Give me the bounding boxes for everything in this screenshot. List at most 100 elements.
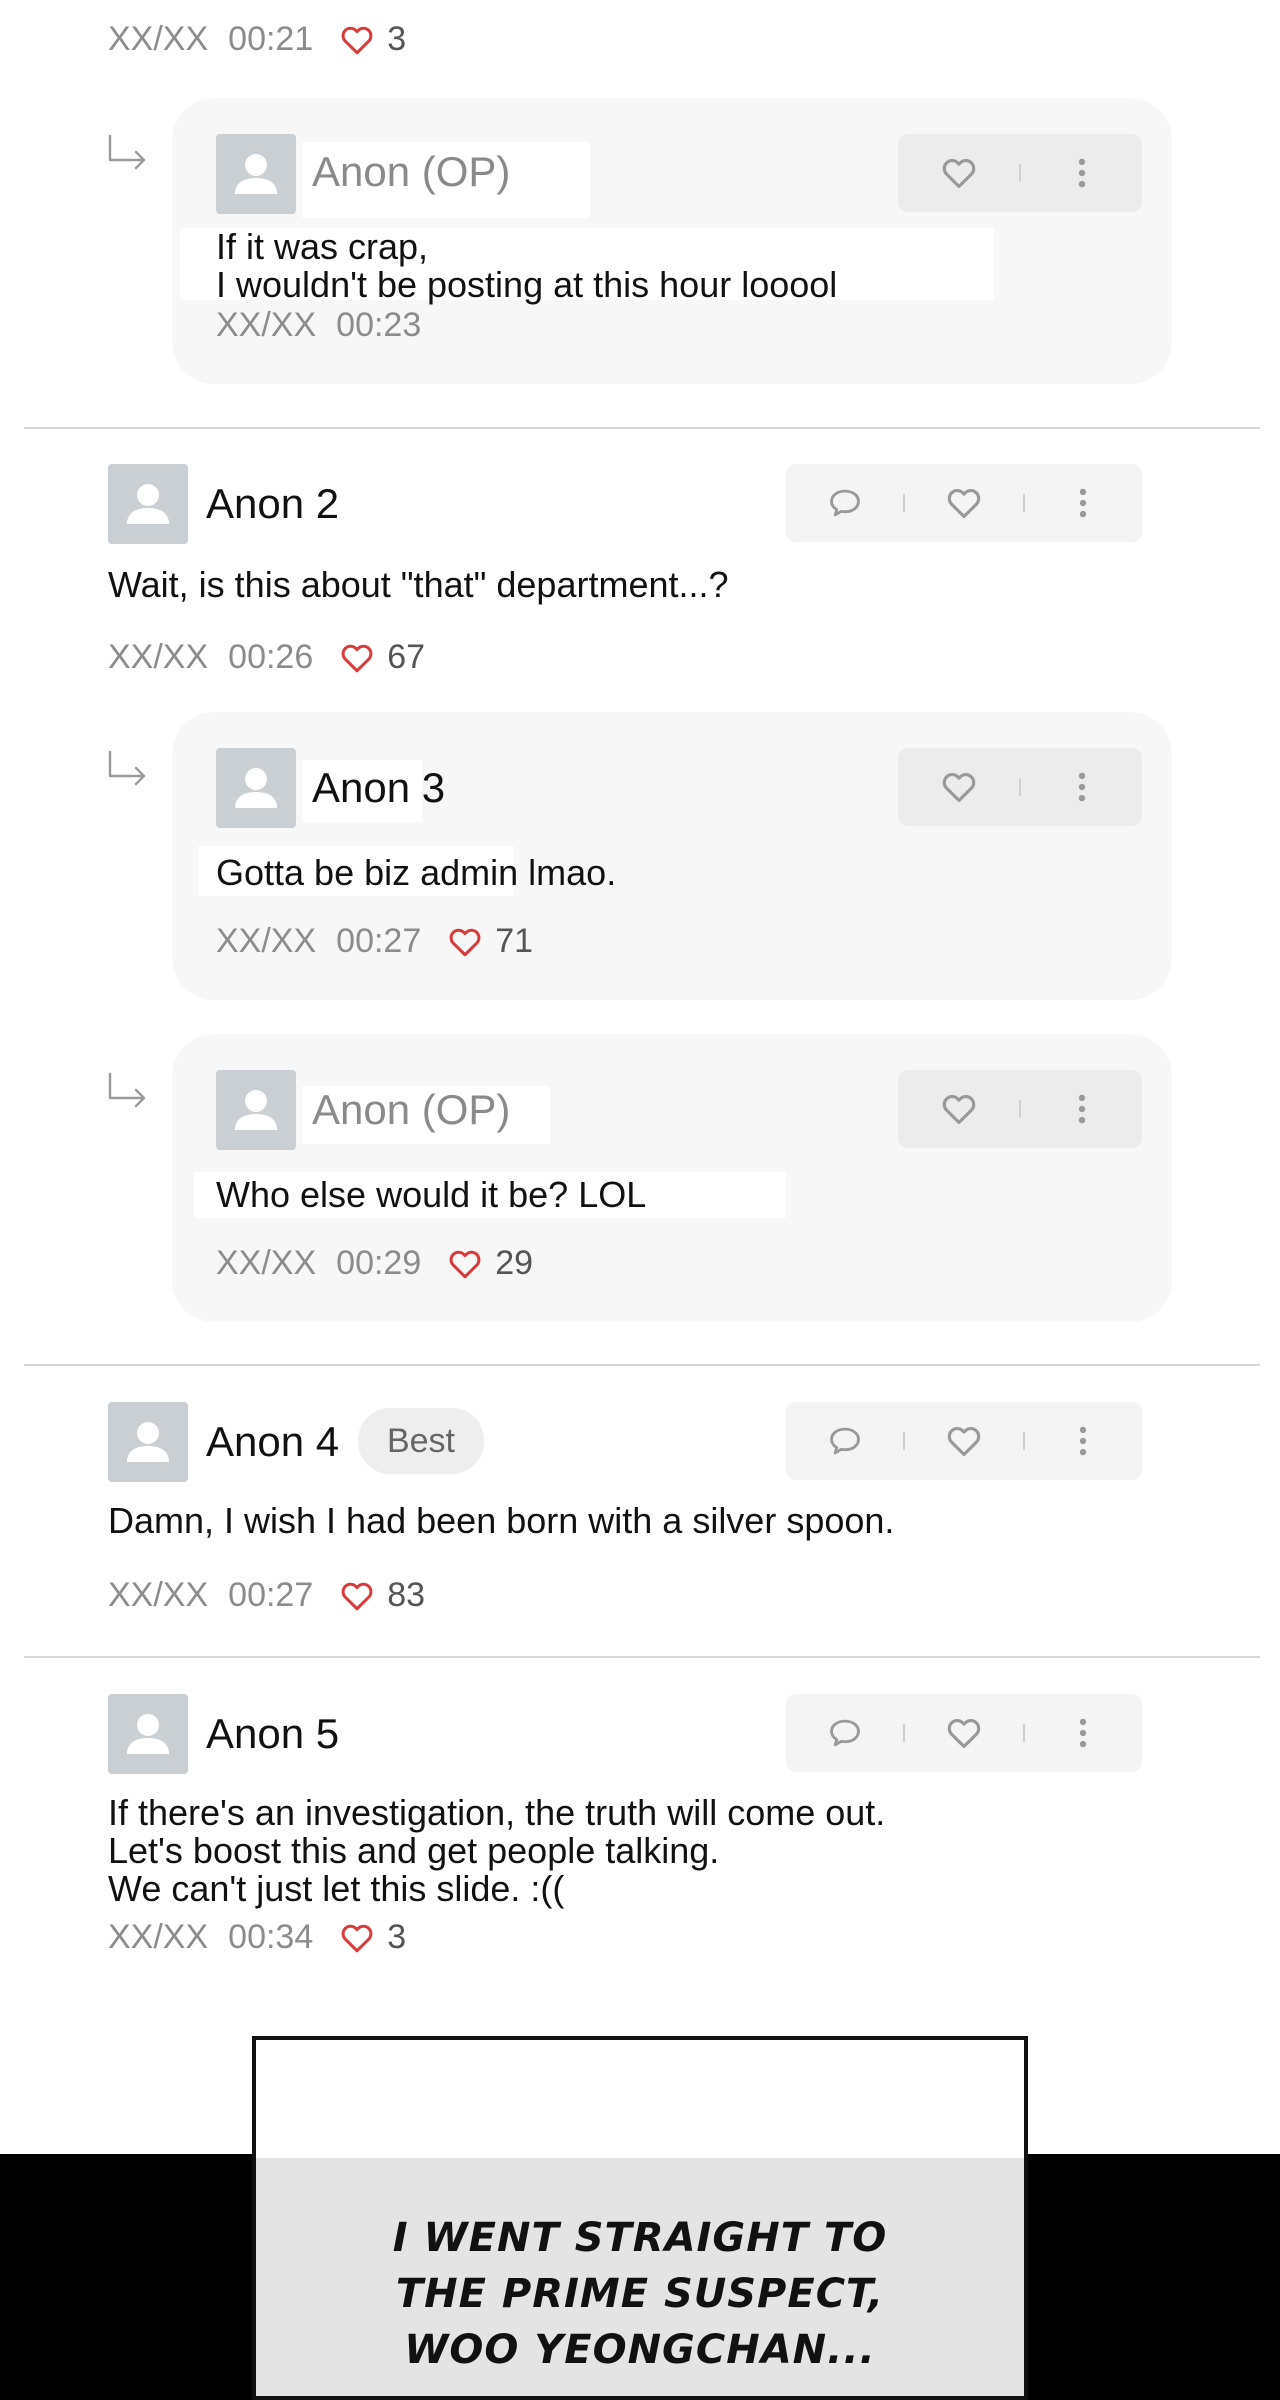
comment-text: Who else would it be? LOL (216, 1174, 647, 1215)
comment-time: 00:27 (336, 922, 422, 960)
heart-icon[interactable] (447, 924, 483, 960)
comment-date: XX/XX (108, 1576, 209, 1614)
divider (1019, 1100, 1021, 1118)
comment-date: XX/XX (108, 20, 209, 58)
user-icon (108, 464, 188, 544)
comment-action-bar (786, 1402, 1142, 1480)
author-name[interactable]: Anon (OP) (312, 1086, 510, 1134)
user-icon (108, 1694, 188, 1774)
comment-line: Let's boost this and get people talking. (108, 1830, 720, 1871)
comment-time: 00:34 (228, 1918, 314, 1956)
reply-arrow-icon (104, 750, 150, 790)
comment-time: 00:27 (228, 1576, 314, 1614)
comment-time: 00:26 (228, 638, 314, 676)
author-name[interactable]: Anon 4 (206, 1418, 339, 1466)
comment-line: If there's an investigation, the truth w… (108, 1792, 886, 1833)
comment-meta: XX/XX 00:23 (216, 306, 421, 345)
more-options-icon[interactable] (1063, 1090, 1101, 1128)
user-icon (216, 748, 296, 828)
heart-icon[interactable] (945, 484, 983, 522)
comment-date: XX/XX (108, 638, 209, 676)
comment-text: If it was crap, I wouldn't be posting at… (216, 228, 837, 304)
comment-date: XX/XX (216, 922, 317, 960)
comment-meta: XX/XX 00:27 83 (108, 1576, 425, 1615)
narration-text: I WENT STRAIGHT TO THE PRIME SUSPECT, WO… (256, 2210, 1024, 2378)
comment-time: 00:23 (336, 306, 422, 344)
like-count: 83 (387, 1576, 426, 1614)
heart-icon[interactable] (339, 1920, 375, 1956)
comment-time: 00:21 (228, 20, 314, 58)
comment-line: I wouldn't be posting at this hour loooo… (216, 264, 838, 305)
like-count: 3 (387, 20, 407, 58)
comment-meta: XX/XX 00:27 71 (216, 922, 533, 961)
comment-meta: XX/XX 00:34 3 (108, 1918, 406, 1957)
narration-line: THE PRIME SUSPECT, (395, 2271, 885, 2317)
author-name[interactable]: Anon 2 (206, 480, 339, 528)
more-options-icon[interactable] (1064, 1422, 1102, 1460)
divider (1022, 1432, 1025, 1450)
divider (1022, 494, 1025, 512)
comment-line: If it was crap, (216, 226, 429, 267)
reply-arrow-icon (104, 1072, 150, 1112)
narration-line: I WENT STRAIGHT TO (392, 2215, 888, 2261)
narration-line: WOO YEONGCHAN... (404, 2327, 876, 2373)
avatar[interactable] (108, 1402, 188, 1482)
reply-action-bar (898, 134, 1142, 212)
more-options-icon[interactable] (1064, 484, 1102, 522)
like-count: 71 (495, 922, 534, 960)
comment-text: Wait, is this about "that" department...… (108, 564, 729, 605)
comment-meta: XX/XX 00:26 67 (108, 638, 425, 677)
narration-panel: I WENT STRAIGHT TO THE PRIME SUSPECT, WO… (252, 2036, 1028, 2400)
reply-action-bar (898, 748, 1142, 826)
like-count: 29 (495, 1244, 534, 1282)
reply-bubble-icon[interactable] (826, 484, 864, 522)
reply-arrow-icon (104, 134, 150, 174)
avatar[interactable] (216, 134, 296, 214)
best-badge: Best (358, 1408, 484, 1474)
heart-icon[interactable] (940, 768, 978, 806)
avatar[interactable] (216, 1070, 296, 1150)
more-options-icon[interactable] (1063, 768, 1101, 806)
avatar[interactable] (108, 1694, 188, 1774)
comment-text: Gotta be biz admin lmao. (216, 852, 617, 893)
comment-divider (24, 427, 1260, 429)
reply-action-bar (898, 1070, 1142, 1148)
author-name[interactable]: Anon 3 (312, 764, 445, 812)
author-name[interactable]: Anon (OP) (312, 148, 510, 196)
comment-action-bar (786, 464, 1142, 542)
comment-text: If there's an investigation, the truth w… (108, 1794, 885, 1908)
like-count: 3 (387, 1918, 407, 1956)
heart-icon[interactable] (945, 1422, 983, 1460)
comment-meta: XX/XX 00:21 3 (108, 20, 406, 59)
comment-text: Damn, I wish I had been born with a silv… (108, 1500, 895, 1541)
more-options-icon[interactable] (1064, 1714, 1102, 1752)
comment-divider (24, 1364, 1260, 1366)
heart-icon[interactable] (940, 1090, 978, 1128)
divider (903, 494, 906, 512)
heart-icon[interactable] (339, 1578, 375, 1614)
comment-date: XX/XX (108, 1918, 209, 1956)
more-options-icon[interactable] (1063, 154, 1101, 192)
comment-meta: XX/XX 00:29 29 (216, 1244, 533, 1283)
avatar[interactable] (108, 464, 188, 544)
comment-divider (24, 1656, 1260, 1658)
reply-bubble-icon[interactable] (826, 1422, 864, 1460)
user-icon (108, 1402, 188, 1482)
avatar[interactable] (216, 748, 296, 828)
heart-icon[interactable] (940, 154, 978, 192)
divider (903, 1724, 906, 1742)
heart-icon[interactable] (339, 640, 375, 676)
comment-time: 00:29 (336, 1244, 422, 1282)
heart-icon[interactable] (339, 22, 375, 58)
reply-bubble-icon[interactable] (826, 1714, 864, 1752)
author-name[interactable]: Anon 5 (206, 1710, 339, 1758)
comment-date: XX/XX (216, 306, 317, 344)
divider (1022, 1724, 1025, 1742)
comment-line: We can't just let this slide. :(( (108, 1868, 565, 1909)
heart-icon[interactable] (945, 1714, 983, 1752)
divider (903, 1432, 906, 1450)
heart-icon[interactable] (447, 1246, 483, 1282)
comment-action-bar (786, 1694, 1142, 1772)
user-icon (216, 1070, 296, 1150)
divider (1019, 164, 1021, 182)
